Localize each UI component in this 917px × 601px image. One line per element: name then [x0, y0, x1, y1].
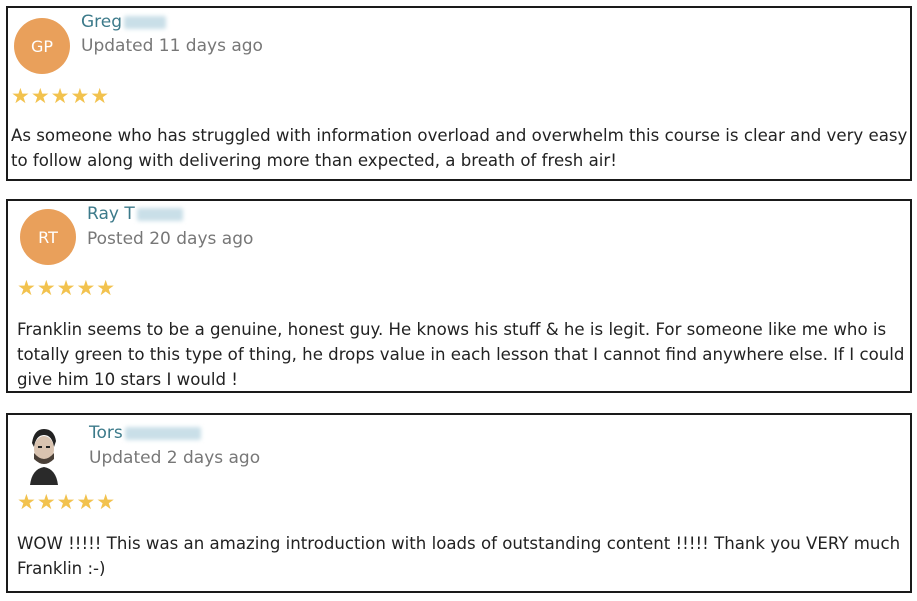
review-date: Updated 11 days ago	[81, 36, 263, 56]
review-date: Updated 2 days ago	[89, 448, 261, 468]
review-card: GP Greg Updated 11 days ago ★★★★★ As som…	[6, 6, 912, 181]
name-redaction	[124, 15, 167, 29]
review-text: WOW !!!!! This was an amazing introducti…	[17, 534, 901, 578]
review-card: Tors Updated 2 days ago ★★★★★ WOW !!!!! …	[6, 413, 912, 593]
review-date: Posted 20 days ago	[87, 229, 254, 249]
star-rating: ★★★★★	[17, 276, 117, 300]
reviewer-name-text[interactable]: Ray T	[87, 204, 135, 224]
review-text: As someone who has struggled with inform…	[11, 126, 908, 170]
reviewer-name[interactable]: Greg	[81, 12, 167, 32]
avatar	[24, 425, 64, 485]
star-rating: ★★★★★	[11, 84, 111, 108]
avatar: RT	[20, 209, 76, 265]
review-text: Franklin seems to be a genuine, honest g…	[17, 320, 905, 389]
name-redaction	[124, 426, 201, 440]
reviewer-name[interactable]: Tors	[89, 423, 201, 443]
avatar: GP	[14, 18, 70, 74]
reviewer-name-text[interactable]: Tors	[89, 423, 123, 443]
profile-photo-icon	[24, 425, 64, 485]
star-rating: ★★★★★	[17, 490, 117, 514]
review-card: RT Ray T Posted 20 days ago ★★★★★ Frankl…	[6, 199, 912, 393]
reviewer-name-text[interactable]: Greg	[81, 12, 122, 32]
name-redaction	[136, 207, 183, 221]
reviewer-name[interactable]: Ray T	[87, 204, 183, 224]
